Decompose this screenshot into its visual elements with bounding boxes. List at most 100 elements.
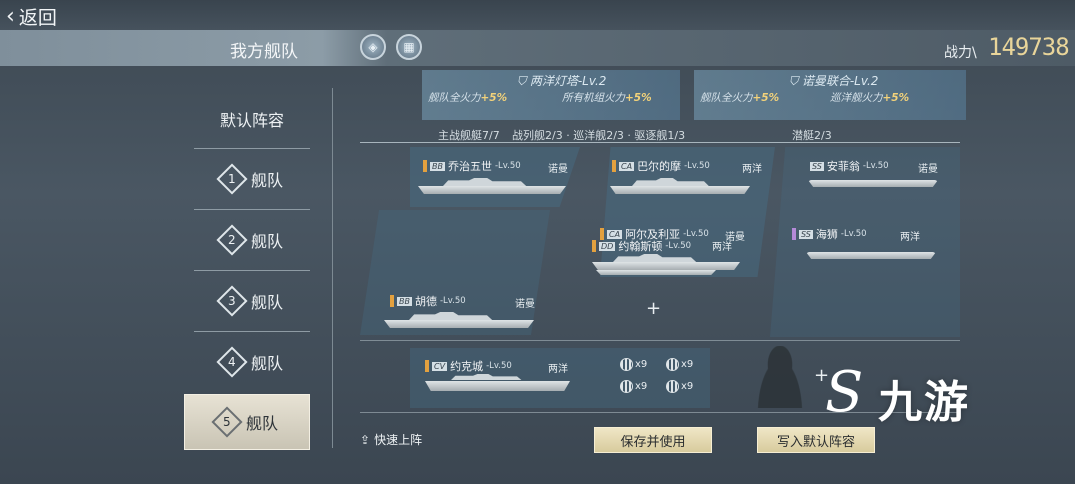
ship-type-count: 战列舰2/3 · 巡洋舰2/3 · 驱逐舰1/3: [512, 129, 686, 142]
ship-faction: 诺曼: [515, 299, 535, 310]
ship-hull: [808, 180, 938, 187]
bonus-value: +5%: [625, 92, 652, 104]
shield-emblem-icon[interactable]: ◈: [360, 34, 386, 60]
save-and-use-button[interactable]: 保存并使用: [594, 427, 712, 453]
fleet-tab-label: 舰队: [250, 232, 283, 251]
ship-name: 海狮: [815, 228, 838, 241]
rarity-tag: [425, 360, 429, 372]
bonus-effect: 舰队全火力: [428, 92, 481, 104]
ship-hull: [592, 262, 740, 270]
ship-hull: [610, 186, 750, 194]
write-default-lineup-button[interactable]: 写入默认阵容: [757, 427, 875, 453]
ship-hull: [806, 252, 936, 259]
add-ship-plus-icon[interactable]: +: [646, 298, 661, 319]
fleet-tab-label: 舰队: [250, 293, 283, 312]
quick-deploy-button[interactable]: ⇪ 快速上阵: [360, 431, 422, 448]
power-value: 149738: [988, 33, 1070, 61]
ship-card-sea-lion[interactable]: SS 海狮 -Lv.50: [792, 226, 867, 242]
bonus-banner-2: ⛉ 诺曼联合-Lv.2 舰队全火力+5% 巡洋舰火力+5%: [694, 70, 966, 120]
rarity-tag: [390, 295, 394, 307]
number-1-icon: 1: [216, 163, 248, 195]
watermark-logo-icon: S: [825, 360, 864, 425]
trident-emblem-icon[interactable]: ▦: [396, 34, 422, 60]
fleet-tab-label: 舰队: [245, 414, 278, 433]
ship-faction: 两洋: [548, 364, 568, 375]
aircraft-count: x9: [635, 381, 648, 392]
divider: [194, 209, 310, 210]
bonus-value: +5%: [480, 92, 508, 104]
rarity-tag: [423, 160, 427, 172]
ship-faction: 诺曼: [918, 164, 938, 175]
divider: [360, 340, 960, 341]
ship-hull: [596, 270, 716, 275]
ship-level: -Lv.50: [486, 361, 512, 371]
divider: [194, 270, 310, 271]
bonus-icon: ⛉: [517, 74, 530, 88]
page-title: 我方舰队: [230, 42, 298, 62]
ship-hull: [384, 320, 534, 328]
ship-card-baltimore[interactable]: CA 巴尔的摩 -Lv.50: [612, 158, 710, 174]
ship-card-yorktown[interactable]: CV 约克城 -Lv.50: [425, 358, 512, 374]
ship-level: -Lv.50: [439, 296, 466, 306]
ship-card-johnston[interactable]: DD 约翰斯顿 -Lv.50: [592, 238, 691, 254]
fleet-tab-1[interactable]: 1 舰队: [194, 157, 310, 201]
ship-hull: [418, 186, 566, 194]
ship-faction: 两洋: [712, 242, 732, 253]
fleet-tab-label: 舰队: [250, 171, 283, 190]
ship-level: -Lv.50: [840, 229, 867, 239]
fleet-tab-label: 舰队: [250, 354, 283, 373]
divider: [360, 412, 960, 413]
ship-name: 约翰斯顿: [618, 240, 663, 253]
back-button[interactable]: ‹ 返回: [6, 3, 57, 30]
fighter-icon: [620, 358, 633, 371]
quick-deploy-label: 快速上阵: [374, 433, 423, 447]
number-4-icon: 4: [216, 346, 248, 378]
main-slot-count: 主战舰艇7/7: [438, 129, 500, 142]
ship-hull: [425, 381, 570, 391]
ship-level: -Lv.50: [494, 161, 521, 171]
fleet-tab-2[interactable]: 2 舰队: [194, 218, 310, 262]
divider: [360, 142, 960, 143]
aircraft-count: x9: [681, 381, 694, 392]
ship-faction: 两洋: [900, 232, 920, 243]
number-3-icon: 3: [216, 285, 248, 317]
bonus-icon: ⛉: [789, 74, 802, 88]
ship-card-hood[interactable]: BB 胡德 -Lv.50: [390, 293, 466, 309]
rarity-tag: [592, 240, 596, 252]
ship-slot-panel: [410, 147, 580, 207]
ship-level: -Lv.50: [684, 161, 710, 171]
fleet-tab-4[interactable]: 4 舰队: [194, 340, 310, 384]
fleet-tab-3[interactable]: 3 舰队: [194, 279, 310, 323]
bonus-value: +5%: [882, 92, 910, 104]
battleship-class-icon: BB: [397, 296, 412, 306]
power-label: 战力\: [944, 45, 977, 61]
commander-silhouette-icon: [752, 346, 808, 408]
rarity-tag: [612, 160, 616, 172]
aircraft-count: x9: [681, 359, 694, 370]
bonus-title: 两洋灯塔-Lv.2: [529, 74, 607, 88]
ship-level: -Lv.50: [862, 161, 889, 171]
fleet-tab-5-active[interactable]: 5 舰队: [184, 394, 310, 450]
ship-card-george-v[interactable]: BB 乔治五世 -Lv.50: [423, 158, 521, 174]
top-bar: [0, 0, 1075, 30]
ship-level: -Lv.50: [665, 241, 692, 251]
ship-slot-panel: [770, 147, 960, 337]
default-lineup-label: 默认阵容: [219, 111, 284, 130]
cruiser-class-icon: CA: [619, 161, 635, 171]
bonus-title: 诺曼联合-Lv.2: [801, 74, 879, 88]
torpedo-bomber-slot[interactable]: x9: [620, 380, 647, 393]
bonus-effect: 所有机组火力: [562, 92, 625, 104]
fighter-slot[interactable]: x9: [620, 358, 647, 371]
ship-card-amphion[interactable]: SS 安菲翁 -Lv.50: [810, 158, 889, 174]
scout-slot[interactable]: x9: [666, 380, 693, 393]
ship-name: 安菲翁: [826, 160, 860, 173]
rarity-tag: [792, 228, 796, 240]
aircraft-count: x9: [635, 359, 648, 370]
bomber-slot[interactable]: x9: [666, 358, 693, 371]
carrier-class-icon: CV: [432, 361, 448, 371]
default-lineup-tab[interactable]: 默认阵容: [194, 97, 310, 141]
bomber-icon: [666, 358, 679, 371]
watermark-text: 九游: [878, 377, 970, 428]
submarine-class-icon: SS: [799, 229, 813, 239]
ship-name: 乔治五世: [447, 160, 492, 173]
